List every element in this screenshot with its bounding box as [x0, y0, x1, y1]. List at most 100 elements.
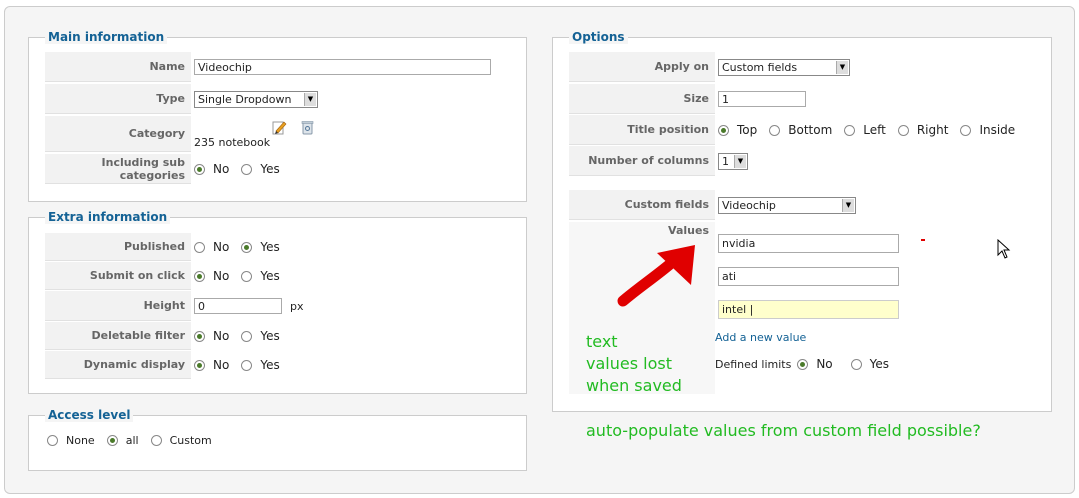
title-bottom-option[interactable]: Bottom	[769, 123, 832, 137]
access-level-legend: Access level	[45, 408, 134, 422]
submit-on-click-label: Submit on click	[45, 262, 191, 290]
limits-no-option[interactable]: No	[797, 357, 833, 371]
radio-unchecked-icon[interactable]	[241, 359, 253, 371]
auto-populate-note: auto-populate values from custom field p…	[586, 421, 981, 440]
title-left-option[interactable]: Left	[844, 123, 886, 137]
defined-limits-label: Defined limits	[715, 357, 792, 371]
deletable-no-option[interactable]: No	[194, 329, 229, 343]
apply-on-value: Custom fields	[722, 60, 798, 74]
name-input[interactable]: Videochip	[194, 59, 491, 75]
value-input-2[interactable]: ati	[718, 267, 899, 286]
published-row: Published No Yes	[45, 233, 515, 261]
sub-categories-yes-option[interactable]: Yes	[241, 162, 280, 176]
radio-checked-icon[interactable]	[797, 358, 809, 370]
dynamic-no-option[interactable]: No	[194, 358, 229, 372]
radio-checked-icon[interactable]	[194, 163, 205, 175]
radio-unchecked-icon[interactable]	[844, 124, 856, 136]
title-right-label: Right	[916, 123, 949, 137]
radio-checked-icon[interactable]	[194, 330, 205, 342]
radio-unchecked-icon[interactable]	[769, 124, 781, 136]
extra-information-legend: Extra information	[45, 210, 171, 224]
sub-categories-label: Including sub categories	[45, 154, 191, 184]
radio-unchecked-icon[interactable]	[194, 241, 205, 253]
title-inside-label: Inside	[979, 123, 1016, 137]
submit-yes-option[interactable]: Yes	[241, 269, 280, 283]
sub-categories-row: Including sub categories No Yes	[45, 154, 515, 184]
title-left-label: Left	[863, 123, 886, 137]
chevron-down-icon: ▼	[836, 60, 848, 74]
published-no-option[interactable]: No	[194, 240, 229, 254]
radio-unchecked-icon[interactable]	[850, 358, 862, 370]
submit-no-option[interactable]: No	[194, 269, 229, 283]
deletable-yes-label: Yes	[260, 329, 280, 343]
values-lost-note: text values lost when saved	[586, 331, 682, 397]
title-top-option[interactable]: Top	[718, 123, 757, 137]
sub-no-label: No	[213, 162, 230, 176]
add-new-value-link[interactable]: Add a new value	[715, 331, 806, 344]
deletable-filter-label: Deletable filter	[45, 322, 191, 350]
radio-unchecked-icon[interactable]	[241, 270, 253, 282]
submit-on-click-row: Submit on click No Yes	[45, 262, 515, 290]
access-none-option[interactable]: None	[47, 434, 95, 447]
radio-unchecked-icon[interactable]	[47, 435, 58, 446]
radio-unchecked-icon[interactable]	[897, 124, 909, 136]
access-custom-option[interactable]: Custom	[150, 434, 212, 447]
radio-unchecked-icon[interactable]	[241, 330, 253, 342]
access-custom-label: Custom	[169, 434, 212, 447]
access-all-option[interactable]: all	[106, 434, 139, 447]
radio-checked-icon[interactable]	[241, 241, 253, 253]
published-no-label: No	[213, 240, 230, 254]
published-yes-label: Yes	[260, 240, 280, 254]
type-label: Type	[45, 84, 191, 114]
height-label: Height	[45, 291, 191, 321]
size-row: Size 1	[569, 84, 1039, 114]
access-level-section: Access level None all Custom	[28, 408, 527, 471]
delete-icon[interactable]	[301, 120, 314, 135]
type-select[interactable]: Single Dropdown ▼	[194, 90, 318, 108]
height-input[interactable]: 0	[194, 298, 282, 314]
type-row: Type Single Dropdown ▼	[45, 84, 515, 114]
radio-unchecked-icon[interactable]	[241, 163, 253, 175]
title-position-row: Title position Top Bottom Left Right Ins…	[569, 115, 1039, 145]
limits-no-label: No	[816, 357, 833, 371]
height-row: Height 0 px	[45, 291, 515, 321]
published-label: Published	[45, 233, 191, 261]
limits-yes-label: Yes	[869, 357, 890, 371]
values-lost-line-3: when saved	[586, 376, 682, 395]
name-label: Name	[45, 52, 191, 82]
radio-checked-icon[interactable]	[194, 270, 205, 282]
value-input-1[interactable]: nvidia	[718, 234, 899, 253]
radio-unchecked-icon[interactable]	[150, 435, 162, 446]
custom-fields-select[interactable]: Videochip ▼	[718, 196, 856, 214]
deletable-yes-option[interactable]: Yes	[241, 329, 280, 343]
sub-categories-no-option[interactable]: No	[194, 162, 229, 176]
custom-fields-value: Videochip	[722, 198, 776, 212]
apply-on-select[interactable]: Custom fields ▼	[718, 58, 850, 76]
radio-checked-icon[interactable]	[106, 435, 118, 446]
published-yes-option[interactable]: Yes	[241, 240, 280, 254]
category-row: Category 235 notebook	[45, 116, 515, 152]
edit-icon[interactable]	[272, 120, 287, 135]
mouse-cursor-icon	[997, 239, 1011, 259]
apply-on-row: Apply on Custom fields ▼	[569, 52, 1039, 82]
title-top-label: Top	[737, 123, 758, 137]
extra-information-section: Extra information Published No Yes Submi…	[28, 210, 527, 394]
size-input[interactable]: 1	[718, 91, 806, 107]
limits-yes-option[interactable]: Yes	[850, 357, 890, 371]
title-right-option[interactable]: Right	[897, 123, 949, 137]
dynamic-display-label: Dynamic display	[45, 351, 191, 379]
value-input-3[interactable]: intel |	[718, 300, 899, 319]
form-panel: Main information Name Videochip Type Sin…	[4, 6, 1075, 494]
columns-select[interactable]: 1 ▼	[718, 152, 748, 170]
dynamic-yes-option[interactable]: Yes	[241, 358, 280, 372]
chevron-down-icon: ▼	[842, 198, 854, 212]
radio-unchecked-icon[interactable]	[960, 124, 972, 136]
category-value: 235 notebook	[194, 136, 271, 149]
height-unit: px	[290, 299, 304, 313]
custom-fields-row: Custom fields Videochip ▼	[569, 190, 1039, 220]
radio-checked-icon[interactable]	[718, 124, 729, 136]
deletable-no-label: No	[213, 329, 230, 343]
submit-yes-label: Yes	[260, 269, 280, 283]
title-inside-option[interactable]: Inside	[960, 123, 1015, 137]
radio-checked-icon[interactable]	[194, 359, 205, 371]
